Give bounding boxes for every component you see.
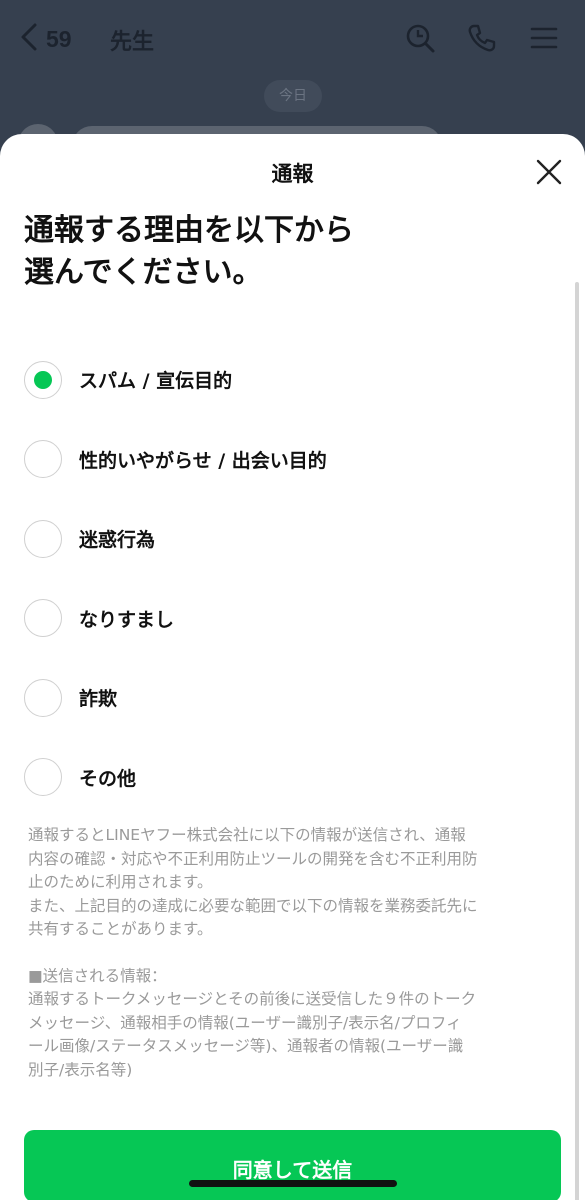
option-nuisance[interactable]: 迷惑行為 [24,499,544,579]
privacy-notice: 通報するとLINEヤフー株式会社に以下の情報が送信され、通報 内容の確認・対応や… [28,824,558,1082]
close-icon[interactable] [535,158,563,186]
radio-button[interactable] [24,360,62,399]
option-label: スパム / 宣伝目的 [79,370,233,393]
chat-header: 59 先生 [0,0,585,80]
report-prompt: 通報する理由を以下から 選んでください。 [24,210,524,294]
option-label: 迷惑行為 [79,529,156,552]
notice-line: また、上記目的の達成に必要な範囲で以下の情報を業務委託先に [28,896,478,915]
sheet-title: 通報 [271,162,314,186]
notice-line: ール画像/ステータスメッセージ等)、通報者の情報(ユーザー識 [28,1037,464,1055]
notice-line: 止のために利用されます。 [28,873,213,891]
date-separator: 今日 [264,80,322,112]
scrollbar[interactable] [575,282,579,1200]
option-label: 詐欺 [79,688,118,711]
search-icon[interactable] [404,22,436,54]
option-other[interactable]: その他 [24,738,544,818]
notice-line: 共有することがあります。 [28,920,213,938]
prompt-line-1: 通報する理由を以下から [24,213,354,248]
prompt-line-2: 選んでください。 [24,255,263,290]
radio-button[interactable] [24,599,62,638]
notice-line: 通報するトークメッセージとその前後に送受信した９件のトーク [28,990,477,1008]
radio-selected-dot [34,370,52,389]
menu-icon[interactable] [528,22,560,54]
notice-line: 通報するとLINEヤフー株式会社に以下の情報が送信され、通報 [28,826,466,844]
option-sexual-harassment[interactable]: 性的いやがらせ / 出会い目的 [24,420,544,500]
option-label: その他 [79,767,137,790]
option-label: なりすまし [79,608,175,631]
radio-button[interactable] [24,519,62,558]
radio-button[interactable] [24,758,62,797]
notice-line: 内容の確認・対応や不正利用防止ツールの開発を含む不正利用防 [28,849,478,868]
option-fraud[interactable]: 詐欺 [24,658,544,738]
notice-line: 別子/表示名等) [28,1060,133,1079]
radio-button[interactable] [24,440,62,479]
option-label: 性的いやがらせ / 出会い目的 [79,449,327,472]
report-sheet: 通報 通報する理由を以下から 選んでください。 スパム / 宣伝目的 性的いやが… [0,134,585,1200]
notice-line: ■送信される情報： [28,966,167,985]
option-impersonation[interactable]: なりすまし [24,579,544,659]
option-spam[interactable]: スパム / 宣伝目的 [24,340,544,420]
agree-send-button[interactable]: 同意して送信 [24,1130,561,1200]
chevron-left-icon [18,22,40,56]
back-button[interactable]: 59 [18,20,72,58]
unread-count: 59 [46,25,72,52]
home-indicator [189,1180,397,1187]
phone-icon[interactable] [466,22,498,54]
chat-title: 先生 [110,30,155,55]
notice-line: メッセージ、通報相手の情報(ユーザー識別子/表示名/プロフィ [28,1013,462,1032]
radio-button[interactable] [24,678,62,717]
